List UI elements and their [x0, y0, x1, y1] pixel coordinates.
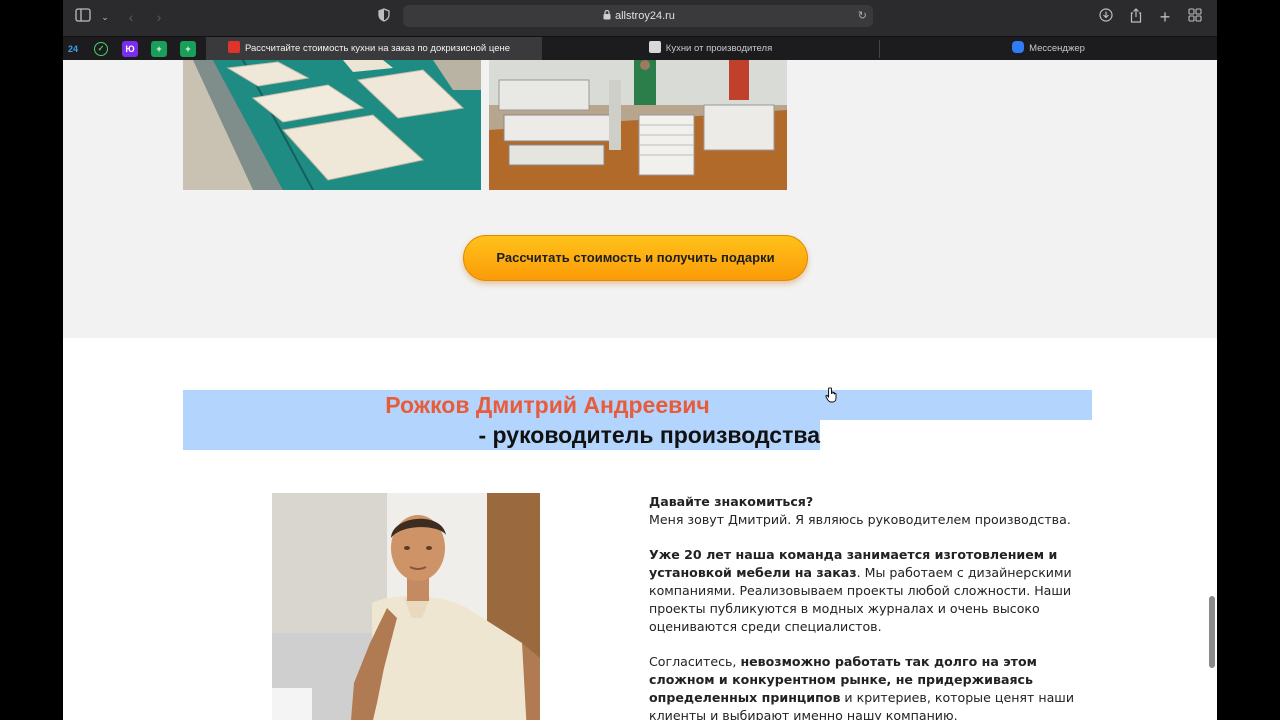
pinned-tab-sheets-2[interactable]: + — [180, 41, 196, 57]
tab-label: Рассчитайте стоимость кухни на заказ по … — [245, 43, 511, 54]
calculate-cost-button[interactable]: Рассчитать стоимость и получить подарки — [463, 235, 808, 281]
pinned-tab-24[interactable]: 24 — [65, 41, 81, 57]
web-page: Рассчитать стоимость и получить подарки … — [63, 60, 1217, 720]
chevron-down-icon[interactable]: ⌄ — [95, 8, 115, 26]
forward-icon[interactable]: › — [149, 8, 169, 26]
hand-cursor-icon — [825, 387, 837, 403]
messenger-icon — [1012, 41, 1025, 53]
production-section: Рассчитать стоимость и получить подарки — [63, 60, 1217, 338]
reload-icon[interactable]: ↻ — [858, 8, 867, 24]
pinned-tab-yu[interactable]: Ю — [122, 41, 138, 57]
tab-overview-icon[interactable] — [1185, 8, 1205, 26]
tab-kitchens-facebook[interactable]: Кухни от производителя — [542, 37, 879, 61]
intro-agree: Согласитесь, — [649, 654, 741, 670]
tab-calculate-kitchen[interactable]: Рассчитайте стоимость кухни на заказ по … — [206, 37, 542, 61]
pinned-tab-check[interactable]: ✓ — [94, 42, 108, 56]
tab-label: Кухни от производителя — [665, 43, 773, 54]
workshop-photo — [183, 60, 481, 190]
intro-text: Давайте знакомиться? Меня зовут Дмитрий.… — [649, 493, 1099, 720]
tab-bar: 24 ✓ Ю + + Рассчитайте стоимость кухни н… — [63, 36, 1217, 61]
arrow-icon — [228, 41, 240, 53]
facebook-icon — [648, 41, 661, 53]
founder-name: Рожков Дмитрий Андреевич — [385, 392, 710, 418]
sidebar-toggle-icon[interactable] — [73, 8, 93, 26]
share-icon[interactable] — [1126, 8, 1146, 26]
url-text: allstroy24.ru — [615, 10, 675, 22]
intro-greeting: Давайте знакомиться? — [649, 494, 814, 509]
factory-photo — [489, 60, 787, 190]
tab-messenger[interactable]: Мессенджер — [880, 37, 1217, 61]
founder-portrait — [272, 493, 540, 720]
download-icon[interactable] — [1096, 8, 1116, 26]
shield-icon[interactable] — [374, 8, 394, 26]
browser-toolbar: ⌄ ‹ › allstroy24.ru ↻ + — [63, 0, 1217, 36]
lock-icon — [603, 10, 611, 20]
founder-role: - руководитель производства — [478, 422, 821, 448]
pinned-tab-sheets-1[interactable]: + — [151, 41, 167, 57]
tab-label: Мессенджер — [1029, 43, 1085, 54]
intro-line: Меня зовут Дмитрий. Я являюсь руководите… — [649, 511, 1071, 527]
address-bar[interactable]: allstroy24.ru ↻ — [403, 5, 873, 27]
back-icon[interactable]: ‹ — [121, 8, 141, 26]
scrollbar[interactable] — [1209, 596, 1215, 668]
new-tab-icon[interactable]: + — [1155, 8, 1175, 26]
browser-window: ⌄ ‹ › allstroy24.ru ↻ + 24 ✓ Ю + + Рассч… — [63, 0, 1217, 720]
